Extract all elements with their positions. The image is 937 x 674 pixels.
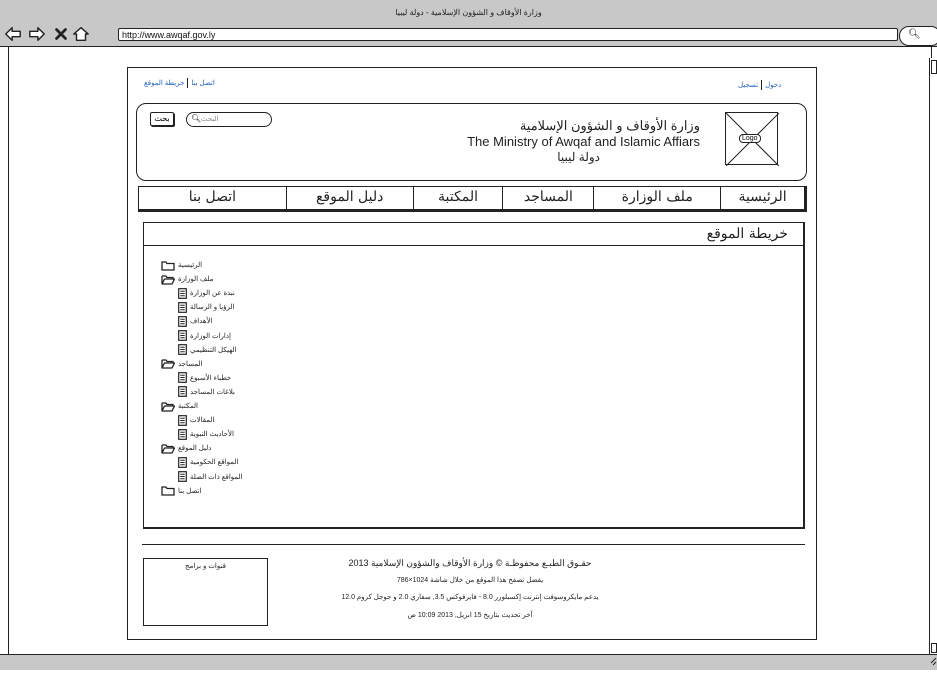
sitemap-header: خريطة الموقع bbox=[143, 222, 805, 246]
sitemap-tree-item[interactable]: المواقع ذات الصلة bbox=[178, 471, 243, 483]
sitemap-item-label: خطباء الأسبوع bbox=[190, 374, 232, 382]
search-icon: 🔍︎ bbox=[191, 114, 202, 123]
back-icon[interactable] bbox=[3, 24, 23, 44]
document-icon bbox=[178, 372, 187, 384]
sitemap-tree-item[interactable]: المواقع الحكومية bbox=[178, 456, 238, 468]
document-icon bbox=[178, 386, 187, 398]
status-bar bbox=[0, 654, 937, 670]
folder-open-icon bbox=[161, 274, 175, 285]
forward-icon[interactable] bbox=[27, 24, 47, 44]
folder-icon bbox=[161, 485, 175, 496]
address-bar[interactable]: http://www.awqaf.gov.ly bbox=[118, 28, 898, 41]
sitemap-item-label: اتصل بنا bbox=[178, 487, 202, 495]
document-icon bbox=[178, 456, 187, 468]
sitemap-tree-item[interactable]: المكتبة bbox=[161, 400, 198, 412]
resolution-note: يفضل تصفح هذا الموقع من خلال شاشة 1024×7… bbox=[396, 577, 544, 584]
sitemap-tree-item[interactable]: الرؤيا و الرسالة bbox=[178, 301, 235, 313]
sitemap-tree-item[interactable]: الأهداف bbox=[178, 315, 213, 327]
home-icon[interactable] bbox=[71, 24, 91, 44]
search-icon: 🔍︎ bbox=[908, 29, 921, 40]
sitemap-item-label: المواقع الحكومية bbox=[190, 459, 239, 467]
sitemap-item-label: المقالات bbox=[190, 417, 215, 425]
copyright-text: حقـوق الطبـع محفوظـة © وزارة الأوقاف وال… bbox=[348, 558, 592, 568]
login-link[interactable]: دخول bbox=[765, 81, 781, 89]
contact-link[interactable]: اتصل بنا bbox=[191, 79, 214, 87]
folder-open-icon bbox=[161, 401, 175, 412]
browser-support-note: يدعم مايكروسوفت إنترنت إكسبلورر 8.0 - فا… bbox=[341, 594, 599, 601]
main-nav: الرئيسية ملف الوزارة المساجد المكتبة دلي… bbox=[138, 186, 807, 212]
sitemap-item-label: المساجد bbox=[178, 360, 203, 368]
vertical-scrollbar[interactable] bbox=[929, 58, 937, 654]
nav-item-mosques[interactable]: المساجد bbox=[502, 187, 593, 209]
browser-search-field[interactable]: 🔍︎ bbox=[899, 26, 937, 46]
logo-label: Logo bbox=[739, 134, 761, 143]
register-link[interactable]: تسجيل bbox=[738, 81, 758, 89]
folder-open-icon bbox=[161, 358, 175, 369]
nav-item-ministry[interactable]: ملف الوزارة bbox=[593, 187, 720, 209]
sitemap-tree-item[interactable]: نبذة عن الوزارة bbox=[178, 287, 235, 299]
link-divider bbox=[761, 80, 763, 90]
nav-item-site-guide[interactable]: دليل الموقع bbox=[285, 187, 413, 209]
sitemap-tree-item[interactable]: المقالات bbox=[178, 414, 214, 426]
sitemap-tree-item[interactable]: إدارات الوزارة bbox=[178, 330, 231, 342]
search-input[interactable]: 🔍︎ البحث bbox=[186, 112, 272, 127]
sitemap-item-label: الأحاديث النبوية bbox=[190, 431, 234, 439]
nav-item-home[interactable]: الرئيسية bbox=[720, 187, 804, 209]
scroll-up-arrow[interactable] bbox=[931, 60, 937, 74]
country-name: دولة ليبيا bbox=[557, 150, 600, 164]
window-title: وزارة الأوقاف و الشؤون الإسلامية - دولة … bbox=[395, 8, 542, 17]
top-right-links: تسجيل دخول bbox=[738, 80, 781, 90]
document-icon bbox=[178, 301, 187, 313]
sitemap-item-label: ملف الوزارة bbox=[178, 276, 214, 284]
sitemap-tree-item[interactable]: اتصل بنا bbox=[161, 485, 201, 497]
sitemap-item-label: بلاغات المساجد bbox=[190, 388, 235, 396]
channels-label: قنوات و برامج bbox=[185, 563, 226, 570]
sitemap-item-label: المكتبة bbox=[178, 403, 198, 410]
footer-divider bbox=[142, 544, 805, 545]
scroll-down-arrow[interactable] bbox=[931, 643, 937, 653]
folder-open-icon bbox=[161, 443, 175, 454]
channels-box[interactable]: قنوات و برامج bbox=[143, 558, 268, 626]
search-button[interactable]: بحث bbox=[150, 112, 174, 126]
sitemap-item-label: الرؤيا و الرسالة bbox=[190, 304, 235, 312]
nav-item-contact[interactable]: اتصل بنا bbox=[139, 187, 286, 209]
sitemap-tree-item[interactable]: الأحاديث النبوية bbox=[178, 428, 234, 440]
sitemap-item-label: الأهداف bbox=[190, 318, 213, 326]
sitemap-panel bbox=[143, 222, 805, 529]
sitemap-tree-item[interactable]: خطباء الأسبوع bbox=[178, 372, 231, 384]
nav-item-library[interactable]: المكتبة bbox=[412, 187, 503, 209]
folder-icon bbox=[161, 260, 175, 271]
ministry-title-arabic: وزارة الأوقاف و الشؤون الإسلامية bbox=[519, 118, 700, 133]
document-icon bbox=[178, 330, 187, 341]
sitemap-item-label: نبذة عن الوزارة bbox=[190, 290, 235, 298]
sitemap-item-label: الهيكل التنظيمي bbox=[190, 346, 237, 354]
document-icon bbox=[178, 414, 187, 426]
resize-grip-icon[interactable] bbox=[929, 654, 937, 669]
sitemap-item-label: دليل الموقع bbox=[178, 445, 212, 453]
document-icon bbox=[178, 428, 187, 440]
last-updated: آخر تحديث بتاريخ 15 ابريل, 2013 10:09 ص bbox=[407, 612, 533, 619]
sitemap-item-label: المواقع ذات الصلة bbox=[190, 473, 243, 481]
sitemap-tree-item[interactable]: بلاغات المساجد bbox=[178, 386, 235, 398]
stop-icon[interactable] bbox=[51, 24, 71, 44]
document-icon bbox=[178, 315, 187, 327]
sitemap-tree-item[interactable]: المساجد bbox=[161, 358, 203, 370]
sitemap-tree-item[interactable]: دليل الموقع bbox=[161, 442, 211, 454]
sitemap-link[interactable]: خريطة الموقع bbox=[144, 79, 184, 87]
sitemap-tree-item[interactable]: الرئيسية bbox=[161, 259, 202, 271]
document-icon bbox=[178, 287, 187, 299]
link-divider bbox=[187, 78, 189, 88]
ministry-title-english: The Ministry of Awqaf and Islamic Affiar… bbox=[467, 134, 700, 149]
sitemap-tree-item[interactable]: ملف الوزارة bbox=[161, 273, 213, 285]
sitemap-item-label: إدارات الوزارة bbox=[190, 332, 231, 340]
sitemap-tree-item[interactable]: الهيكل التنظيمي bbox=[178, 344, 237, 356]
sitemap-title: خريطة الموقع bbox=[706, 226, 788, 242]
document-icon bbox=[178, 471, 187, 482]
sitemap-item-label: الرئيسية bbox=[178, 262, 203, 269]
search-placeholder: البحث bbox=[201, 116, 219, 123]
logo-placeholder[interactable]: Logo bbox=[725, 112, 779, 166]
top-left-links: خريطة الموقع اتصل بنا bbox=[144, 78, 215, 88]
document-icon bbox=[178, 344, 187, 355]
